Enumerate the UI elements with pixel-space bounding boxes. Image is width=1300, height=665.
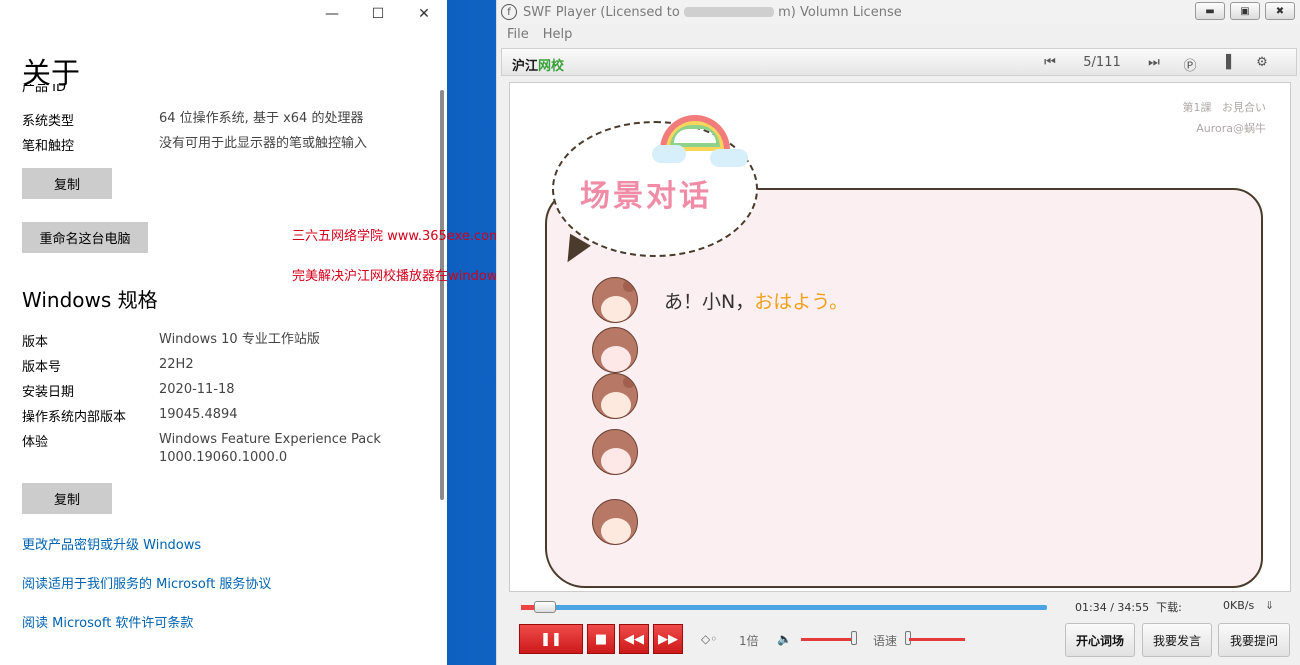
menu-bar: File Help	[497, 24, 572, 44]
volume-knob[interactable]	[851, 631, 858, 645]
next-page-icon[interactable]: ⏭	[1136, 55, 1172, 74]
settings-gear-icon[interactable]: ⚙	[1244, 55, 1280, 74]
menu-file[interactable]: File	[507, 27, 529, 42]
spec-label-experience: 体验	[22, 435, 49, 450]
playback-controls: ❚❚ ■ ◀◀ ▶▶ ◇◦ 1倍 🔈 语速 开心词场 我要发言 我要提问	[515, 620, 1295, 660]
scene-title: 场景对话	[580, 179, 712, 214]
time-display: 01:34 / 34:55 下载:	[1075, 601, 1182, 614]
row-label-system-type: 系统类型	[22, 114, 75, 129]
spec-value-os-build: 19045.4894	[159, 407, 238, 422]
character-avatar	[592, 499, 638, 545]
settings-window: — ☐ ✕ 关于 产品 ID 系统类型 64 位操作系统, 基于 x64 的处理…	[0, 0, 447, 665]
close-icon[interactable]: ✕	[401, 0, 447, 28]
spec-label-install-date: 安装日期	[22, 385, 75, 400]
dictionary-icon[interactable]: Ⓟ	[1172, 55, 1208, 74]
volume-slider[interactable]	[801, 638, 857, 641]
spec-value-experience: Windows Feature Experience Pack 1000.190…	[159, 432, 381, 465]
player-window-buttons: ▬ ▣ ✖	[1195, 2, 1295, 20]
spec-label-os-build: 操作系统内部版本	[22, 410, 127, 425]
playback-rate[interactable]: 1倍	[739, 632, 759, 649]
minimize-icon[interactable]: ▬	[1195, 2, 1225, 20]
change-product-key-link[interactable]: 更改产品密钥或升级 Windows	[22, 534, 201, 553]
restore-icon[interactable]: ▣	[1230, 2, 1260, 20]
windows-spec-heading: Windows 规格	[22, 288, 158, 312]
speech-rate-slider[interactable]	[909, 638, 965, 641]
rewind-button[interactable]: ◀◀	[619, 624, 649, 654]
download-speed: 0KB/s	[1223, 599, 1255, 612]
progress-knob[interactable]	[533, 601, 556, 613]
small-cloud-icon	[710, 149, 748, 167]
word-game-button[interactable]: 开心词场	[1065, 623, 1135, 657]
swf-app-icon: f	[501, 4, 517, 20]
window-caption-buttons: — ☐ ✕	[309, 0, 447, 30]
loop-icon[interactable]: ◇◦	[701, 632, 717, 646]
minimize-icon[interactable]: —	[309, 0, 355, 28]
close-icon[interactable]: ✖	[1265, 2, 1295, 20]
lesson-stage: 第1課 お見合い Aurora@蜗牛 场景对话 あ！小N，おはよう。	[509, 82, 1291, 592]
prev-page-icon[interactable]: ⏮	[1032, 55, 1068, 74]
spec-value-edition: Windows 10 专业工作站版	[159, 332, 320, 347]
player-titlebar: f SWF Player (Licensed to m) Volumn Lice…	[497, 0, 1300, 24]
row-value-system-type: 64 位操作系统, 基于 x64 的处理器	[159, 111, 364, 126]
fast-forward-button[interactable]: ▶▶	[653, 624, 683, 654]
character-avatar	[592, 429, 638, 475]
pause-button[interactable]: ❚❚	[519, 624, 583, 654]
redacted-text	[683, 7, 774, 17]
chevron-down-icon[interactable]: ⇓	[1265, 599, 1274, 612]
copy-spec-button[interactable]: 复制	[22, 483, 112, 514]
character-avatar	[592, 327, 638, 373]
row-label-pen-touch: 笔和触控	[22, 139, 75, 154]
small-cloud-icon	[652, 145, 686, 163]
clipped-row-label: 产品 ID	[22, 84, 66, 95]
spec-value-install-date: 2020-11-18	[159, 382, 235, 397]
character-avatar	[592, 277, 638, 323]
speaker-icon[interactable]: 🔈	[777, 632, 792, 646]
speech-rate-label: 语速	[873, 634, 898, 648]
spec-value-version: 22H2	[159, 357, 194, 372]
signal-bars-icon[interactable]: ▐	[1208, 55, 1244, 74]
spec-label-edition: 版本	[22, 335, 49, 350]
menu-help[interactable]: Help	[543, 27, 573, 42]
copy-button[interactable]: 复制	[22, 168, 112, 199]
hujiang-logo: 沪江网校	[512, 59, 565, 74]
stop-button[interactable]: ■	[587, 624, 615, 654]
toolbar-icons: ⏮ 5/111 ⏭ Ⓟ ▐ ⚙	[1032, 55, 1280, 74]
ask-button[interactable]: 我要提问	[1218, 623, 1290, 657]
lesson-author: Aurora@蜗牛	[1196, 122, 1266, 135]
player-title: SWF Player (Licensed to m) Volumn Licens…	[523, 4, 902, 20]
scrollbar[interactable]	[440, 90, 444, 500]
player-toolbar: 沪江网校 ⏮ 5/111 ⏭ Ⓟ ▐ ⚙	[501, 48, 1297, 76]
page-counter: 5/111	[1083, 55, 1121, 70]
character-avatar	[592, 373, 638, 419]
speak-button[interactable]: 我要发言	[1142, 623, 1212, 657]
row-value-pen-touch: 没有可用于此显示器的笔或触控输入	[159, 136, 368, 151]
lesson-title: 第1課 お見合い Aurora@蜗牛	[1183, 97, 1267, 139]
license-terms-link[interactable]: 阅读 Microsoft 软件许可条款	[22, 612, 193, 631]
service-agreement-link[interactable]: 阅读适用于我们服务的 Microsoft 服务协议	[22, 573, 271, 592]
rename-pc-button[interactable]: 重命名这台电脑	[22, 222, 148, 253]
dialog-line: あ！小N，おはよう。	[664, 291, 849, 313]
overlay-note-site: 三六五网络学院 www.365exe.com	[292, 229, 502, 244]
progress-bar[interactable]	[521, 601, 1047, 613]
swf-player-window: f SWF Player (Licensed to m) Volumn Lice…	[496, 0, 1300, 665]
maximize-icon[interactable]: ☐	[355, 0, 401, 28]
spec-label-version: 版本号	[22, 360, 62, 375]
